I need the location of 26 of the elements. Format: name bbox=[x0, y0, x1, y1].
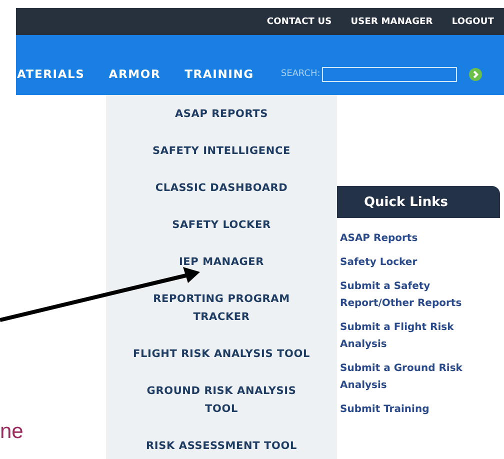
nav-item[interactable]: ATERIALS bbox=[17, 67, 85, 81]
menu-item[interactable]: GROUND RISK ANALYSIS TOOL bbox=[106, 372, 337, 427]
top-link[interactable]: USER MANAGER bbox=[350, 16, 433, 26]
menu-item[interactable]: CLASSIC DASHBOARD bbox=[106, 169, 337, 206]
quick-link[interactable]: Safety Locker bbox=[340, 254, 418, 271]
quick-link[interactable]: Submit a Flight Risk Analysis bbox=[340, 319, 454, 353]
quick-link[interactable]: ASAP Reports bbox=[340, 230, 418, 247]
menu-item[interactable]: SAFETY LOCKER bbox=[106, 206, 337, 243]
quick-links-header: Quick Links bbox=[337, 186, 500, 218]
top-link[interactable]: CONTACT US bbox=[266, 16, 332, 26]
top-link[interactable]: LOGOUT bbox=[452, 16, 494, 26]
search-label: SEARCH: bbox=[280, 69, 320, 79]
quick-link[interactable]: Submit a Ground Risk Analysis bbox=[340, 360, 462, 394]
menu-item[interactable]: FLIGHT RISK ANALYSIS TOOL bbox=[106, 335, 337, 372]
menu-item[interactable]: ASAP REPORTS bbox=[106, 95, 337, 132]
menu-item[interactable]: REPORTING PROGRAM TRACKER bbox=[106, 280, 337, 335]
quick-link[interactable]: Submit Training bbox=[340, 401, 430, 418]
search-field[interactable] bbox=[322, 66, 458, 82]
nav-item[interactable]: TRAINING bbox=[184, 67, 254, 81]
menu-item[interactable]: IEP MANAGER bbox=[106, 243, 337, 280]
menu-item[interactable]: RISK ASSESSMENT TOOL bbox=[106, 427, 337, 459]
go-icon[interactable] bbox=[469, 68, 482, 80]
quick-link[interactable]: Submit a Safety Report/Other Reports bbox=[340, 278, 462, 312]
slide-text: ne bbox=[0, 421, 24, 443]
nav-item[interactable]: ARMOR bbox=[108, 67, 161, 81]
menu-item[interactable]: SAFETY INTELLIGENCE bbox=[106, 132, 337, 169]
